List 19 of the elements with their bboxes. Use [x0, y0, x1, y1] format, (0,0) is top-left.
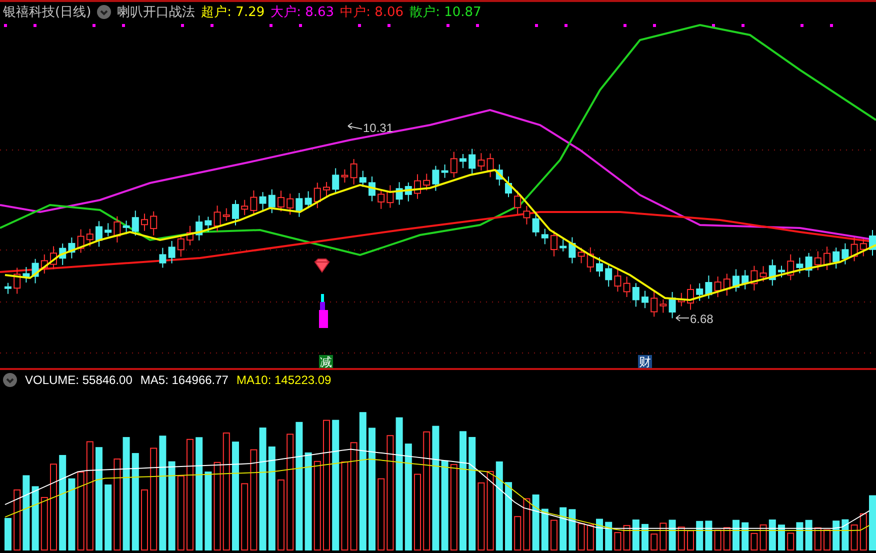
indicator-value: 中户: 8.06: [340, 4, 404, 21]
indicator-value: 超户: 7.29: [201, 4, 265, 21]
high-price-label: 10.31: [363, 121, 394, 135]
marker-label: 财: [639, 355, 651, 368]
dropdown-icon[interactable]: [97, 5, 112, 19]
volume-value: VOLUME: 55846.00: [25, 373, 132, 387]
volume-value: MA10: 145223.09: [236, 373, 332, 387]
dropdown-icon[interactable]: [3, 373, 17, 387]
marker-label: 减: [320, 355, 332, 368]
low-price-label: 6.68: [690, 312, 714, 326]
volume-value: MA5: 164966.77: [140, 373, 228, 387]
indicator-name: 喇叭开口战法: [117, 4, 196, 21]
indicator-value: 散户: 10.87: [410, 4, 482, 21]
high-arrow-icon: [348, 122, 362, 130]
indicator-value: 大户: 8.63: [270, 4, 334, 21]
signal-bar-icon: [319, 294, 328, 328]
low-arrow-icon: [676, 314, 690, 322]
diamond-icon: [314, 258, 330, 272]
stock-title: 银禧科技(日线): [3, 4, 92, 21]
